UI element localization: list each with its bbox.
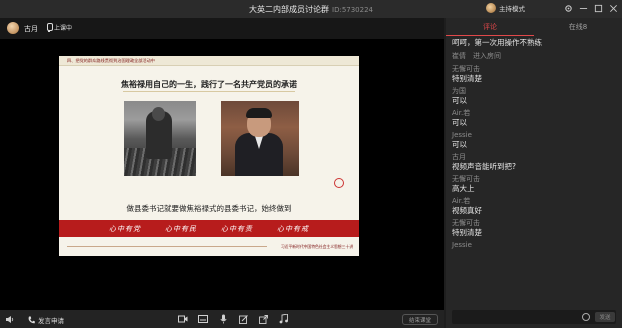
maximize-button[interactable]: [593, 3, 603, 13]
message-text: 特别清楚: [452, 74, 482, 83]
chat-message: Jessie: [452, 241, 616, 250]
message-text: 可以: [452, 96, 467, 105]
slide-divider: [123, 91, 295, 92]
music-icon: [279, 314, 288, 324]
banner-item: 心中有戒: [277, 224, 309, 233]
video-camera-icon: [178, 315, 188, 323]
chat-system-message: 崔倩 进入房间: [452, 52, 616, 61]
chat-message: Air.若 可以: [452, 109, 616, 128]
chat-message: Jessie 可以: [452, 131, 616, 150]
speak-request-label: 发言申请: [38, 317, 64, 325]
host-mode-label: 主持模式: [499, 5, 525, 13]
slide-footer: 习近平新时代中国特色社会主义思想三十讲: [280, 244, 353, 249]
sender-name: 无懈可击: [452, 175, 480, 183]
shared-slide: 四、把党的群众路线贯彻到治国理政全部活动中 焦裕禄用自己的一生，践行了一名共产党…: [59, 56, 359, 256]
message-text: 可以: [452, 140, 467, 149]
sender-name: Air.若: [452, 197, 471, 205]
sender-name: 无懈可击: [452, 65, 480, 73]
sender-name: 古月: [452, 153, 466, 161]
send-button[interactable]: 发送: [595, 312, 615, 322]
phone-icon: [28, 316, 35, 324]
slide-headline: 焦裕禄用自己的一生，践行了一名共产党员的承诺: [121, 80, 297, 89]
room-id: ID:5730224: [332, 6, 373, 14]
chat-message: 无懈可击 高大上: [452, 175, 616, 194]
minimize-icon: [579, 7, 587, 9]
chat-message-list[interactable]: 呵呵，第一次用操作不熟练 崔倩 进入房间 无懈可击 特别清楚 为国 可以 Air…: [452, 38, 616, 250]
slide-seal: [334, 178, 344, 188]
message-text: 特别清楚: [452, 228, 482, 237]
close-icon: [609, 4, 617, 12]
host-avatar: [486, 3, 496, 13]
message-text: 视频声音能听到把?: [452, 162, 516, 171]
speaker-icon[interactable]: [6, 316, 14, 323]
slide-banner: 心中有党 心中有民 心中有责 心中有戒: [59, 220, 359, 237]
mic-status: 上课中: [46, 23, 72, 32]
message-text: 视频真好: [452, 206, 482, 215]
title-bar: 大英二内部成员讨论群 ID:5730224 主持模式: [0, 0, 622, 18]
message-text: 可以: [452, 118, 467, 127]
slide-footer-divider: [67, 246, 267, 247]
minimize-button[interactable]: [578, 3, 588, 13]
banner-item: 心中有党: [109, 224, 141, 233]
chat-input[interactable]: 发送: [452, 310, 616, 324]
chat-message: 古月 视频声音能听到把?: [452, 153, 616, 172]
camera-button[interactable]: [178, 314, 188, 324]
video-header: 古月 上课中: [0, 18, 444, 39]
emoji-icon[interactable]: [582, 313, 590, 321]
host-mode-button[interactable]: 主持模式: [486, 3, 525, 13]
chat-message: Air.若 视频真好: [452, 197, 616, 216]
photo-person-head: [152, 107, 165, 121]
subtitle-icon: [198, 315, 208, 323]
slide-caption: 做县委书记就要做焦裕禄式的县委书记，始终做到: [126, 204, 292, 213]
edit-icon: [238, 314, 248, 324]
window-title: 大英二内部成员讨论群 ID:5730224: [0, 4, 622, 15]
subtitle-button[interactable]: [198, 314, 208, 324]
microphone-button[interactable]: [218, 314, 228, 324]
message-text: 呵呵，第一次用操作不熟练: [452, 38, 542, 47]
maximize-icon: [594, 4, 602, 12]
end-class-button[interactable]: 结束课堂: [402, 314, 438, 325]
sender-name: Air.若: [452, 109, 471, 117]
gear-icon: [564, 4, 572, 12]
presenter-name: 古月: [24, 25, 38, 33]
slide-photo-right: [221, 101, 299, 176]
chat-message: 呵呵，第一次用操作不熟练: [452, 38, 616, 48]
sender-name: Jessie: [452, 241, 472, 249]
slide-section-title: 四、把党的群众路线贯彻到治国理政全部活动中: [67, 58, 155, 63]
banner-item: 心中有民: [165, 224, 197, 233]
sender-name: 无懈可击: [452, 219, 480, 227]
media-tools: [178, 314, 288, 324]
photo-hair: [246, 108, 272, 118]
group-name: 大英二内部成员讨论群: [249, 5, 329, 14]
close-button[interactable]: [608, 3, 618, 13]
message-text: 高大上: [452, 184, 475, 193]
bottom-toolbar: 发言申请 结束课堂: [0, 310, 444, 328]
chat-message: 为国 可以: [452, 87, 616, 106]
chat-message: 无懈可击 特别清楚: [452, 65, 616, 84]
banner-item: 心中有责: [221, 224, 253, 233]
music-button[interactable]: [278, 314, 288, 324]
chat-tabs: 评论 在线8: [446, 18, 622, 36]
slide-photo-left: [124, 101, 196, 176]
speak-request-button[interactable]: 发言申请: [28, 315, 64, 325]
chat-message: 无懈可击 特别清楚: [452, 219, 616, 238]
slide-section-bar: 四、把党的群众路线贯彻到治国理政全部活动中: [59, 56, 359, 66]
chat-pane: 评论 在线8 呵呵，第一次用操作不熟练 崔倩 进入房间 无懈可击 特别清楚 为国…: [446, 18, 622, 328]
tab-comments[interactable]: 评论: [446, 18, 534, 36]
window-controls: [563, 3, 618, 13]
settings-button[interactable]: [563, 3, 573, 13]
sender-name: Jessie: [452, 131, 472, 139]
mic-status-label: 上课中: [54, 25, 73, 32]
edit-button[interactable]: [238, 314, 248, 324]
share-button[interactable]: [258, 314, 268, 324]
sender-name: 为国: [452, 87, 466, 95]
avatar[interactable]: [7, 22, 19, 34]
microphone-icon: [219, 314, 227, 324]
system-text: 崔倩 进入房间: [452, 52, 501, 60]
share-icon: [258, 314, 268, 324]
tab-online[interactable]: 在线8: [534, 18, 622, 36]
microphone-icon: [46, 23, 53, 32]
